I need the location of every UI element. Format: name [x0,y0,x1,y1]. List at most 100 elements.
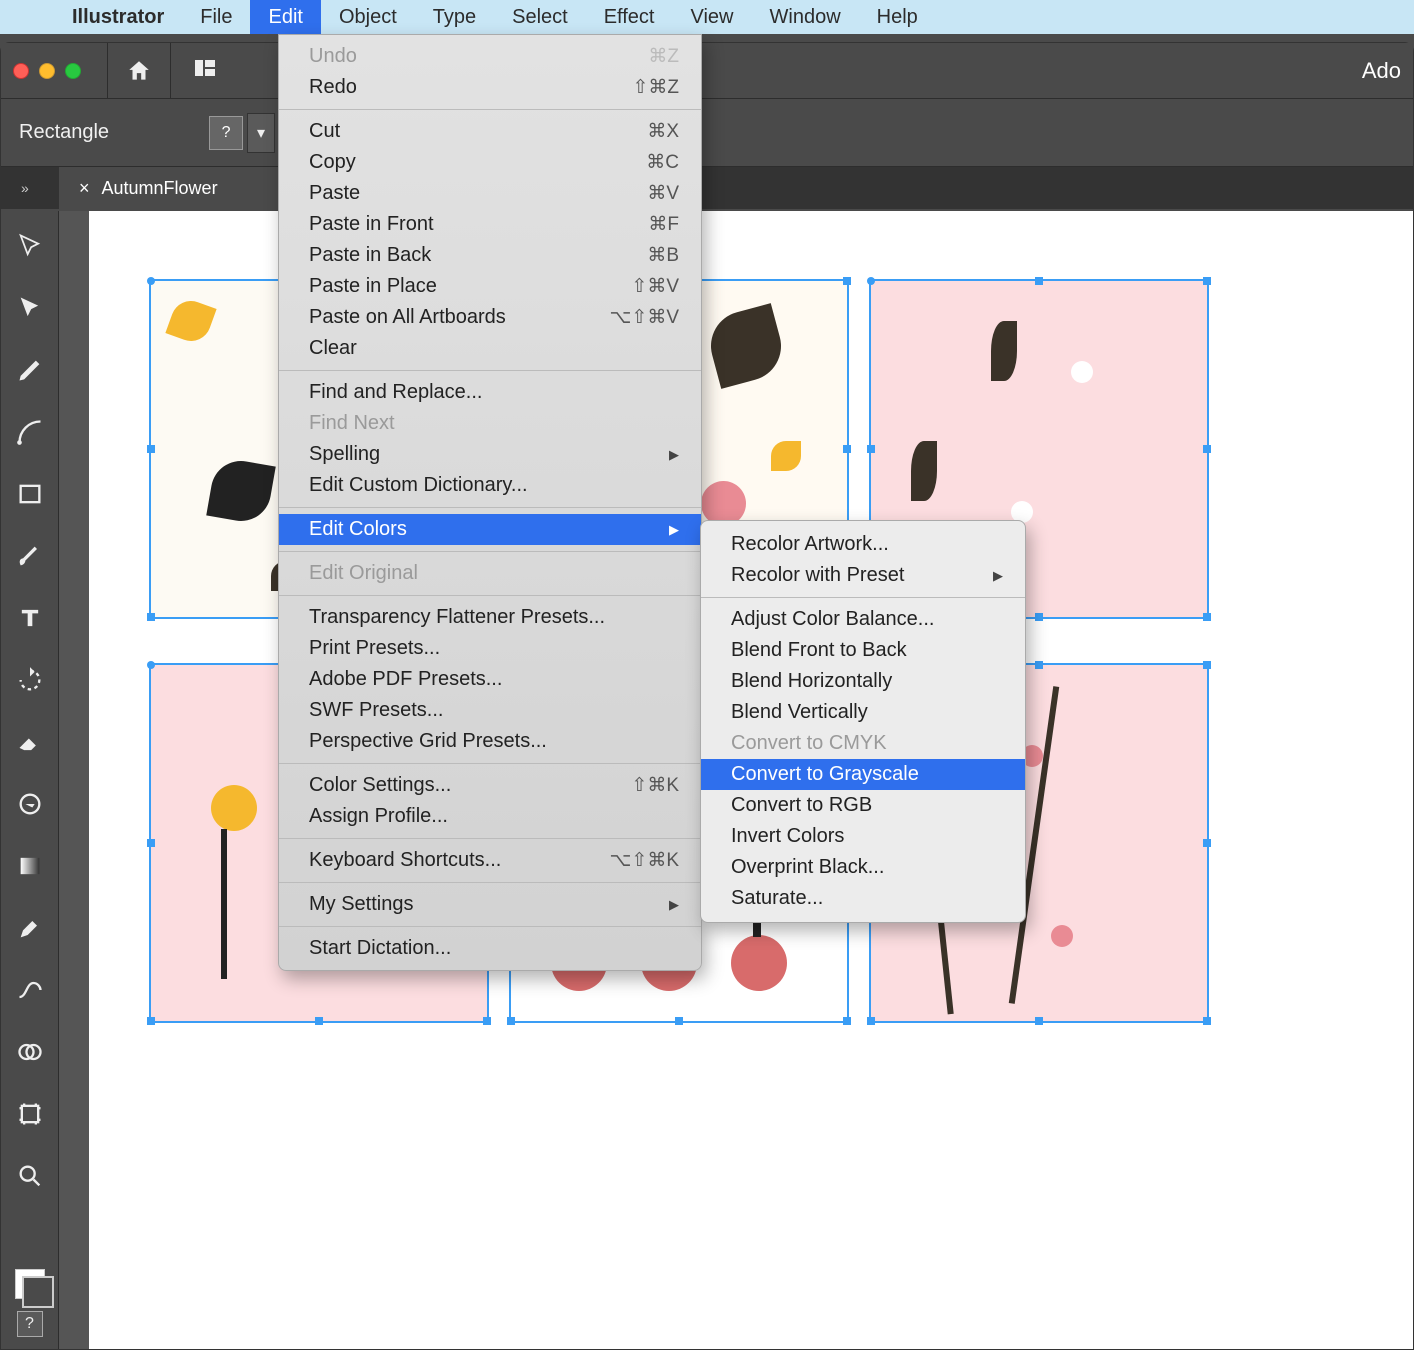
menu-window[interactable]: Window [752,0,859,34]
fill-stroke-indicator-icon[interactable] [15,1269,45,1299]
submenu-item-recolor-with-preset[interactable]: Recolor with Preset [701,560,1025,591]
fill-swatch[interactable]: ? [209,116,243,150]
app-name[interactable]: Illustrator [54,6,182,29]
menu-item-spelling[interactable]: Spelling [279,439,701,470]
menu-item-start-dictation[interactable]: Start Dictation... [279,933,701,964]
submenu-item-adjust-color-balance[interactable]: Adjust Color Balance... [701,604,1025,635]
zoom-tool-icon[interactable] [13,1159,47,1193]
edit-colors-submenu: Recolor Artwork...Recolor with Preset Adj… [700,520,1026,923]
rotate-tool-icon[interactable] [13,663,47,697]
submenu-item-blend-horizontally[interactable]: Blend Horizontally [701,666,1025,697]
submenu-item-recolor-artwork[interactable]: Recolor Artwork... [701,529,1025,560]
submenu-item-convert-to-grayscale[interactable]: Convert to Grayscale [701,759,1025,790]
mac-menubar: Illustrator File Edit Object Type Select… [0,0,1414,34]
menu-item-edit-custom-dictionary[interactable]: Edit Custom Dictionary... [279,470,701,501]
submenu-item-overprint-black[interactable]: Overprint Black... [701,852,1025,883]
submenu-item-saturate[interactable]: Saturate... [701,883,1025,914]
home-icon[interactable] [107,43,171,98]
menu-shortcut: ⌘V [647,182,679,205]
menu-edit[interactable]: Edit [250,0,320,34]
menu-item-paste-in-place[interactable]: Paste in Place⇧⌘V [279,271,701,302]
menu-item-clear[interactable]: Clear [279,333,701,364]
gradient-tool-icon[interactable] [13,849,47,883]
shape-builder-tool-icon[interactable] [13,1035,47,1069]
menu-item-label: Clear [309,337,357,360]
submenu-item-convert-to-cmyk: Convert to CMYK [701,728,1025,759]
menu-item-label: Edit Custom Dictionary... [309,474,528,497]
width-tool-icon[interactable] [13,787,47,821]
tool-palette: ? [1,211,59,1349]
menu-item-label: Edit Colors [309,518,407,541]
menu-item-paste-on-all-artboards[interactable]: Paste on All Artboards⌥⇧⌘V [279,302,701,333]
menu-item-paste-in-back[interactable]: Paste in Back⌘B [279,240,701,271]
menu-item-edit-colors[interactable]: Edit Colors [279,514,701,545]
menu-item-my-settings[interactable]: My Settings [279,889,701,920]
menu-separator [279,595,701,596]
menu-select[interactable]: Select [494,0,586,34]
curvature-tool-icon[interactable] [13,415,47,449]
submenu-item-blend-front-to-back[interactable]: Blend Front to Back [701,635,1025,666]
submenu-item-convert-to-rgb[interactable]: Convert to RGB [701,790,1025,821]
menu-shortcut: ⇧⌘K [631,774,679,797]
menu-item-cut[interactable]: Cut⌘X [279,116,701,147]
menu-item-perspective-grid-presets[interactable]: Perspective Grid Presets... [279,726,701,757]
menu-separator [279,882,701,883]
blend-tool-icon[interactable] [13,973,47,1007]
menu-item-label: Paste in Place [309,275,437,298]
rectangle-tool-icon[interactable] [13,477,47,511]
zoom-window-icon[interactable] [65,63,81,79]
submenu-item-label: Saturate... [731,887,823,910]
tab-close-icon[interactable]: × [79,178,90,199]
selection-tool-icon[interactable] [13,229,47,263]
menu-item-color-settings[interactable]: Color Settings...⇧⌘K [279,770,701,801]
menu-item-label: Edit Original [309,562,418,585]
options-bar: Rectangle ? ▾ Basic ⌄ [1,99,1413,167]
menu-item-copy[interactable]: Copy⌘C [279,147,701,178]
menu-item-label: Spelling [309,443,380,466]
menu-item-label: Redo [309,76,357,99]
paintbrush-tool-icon[interactable] [13,539,47,573]
menu-file[interactable]: File [182,0,250,34]
draw-mode-icon[interactable]: ? [17,1311,43,1337]
minimize-window-icon[interactable] [39,63,55,79]
pen-tool-icon[interactable] [13,353,47,387]
vertical-ruler [59,211,89,1349]
submenu-item-blend-vertically[interactable]: Blend Vertically [701,697,1025,728]
fill-dropdown-icon[interactable]: ▾ [247,113,275,153]
menu-effect[interactable]: Effect [586,0,673,34]
menu-item-redo[interactable]: Redo⇧⌘Z [279,72,701,103]
menu-item-print-presets[interactable]: Print Presets... [279,633,701,664]
menu-item-assign-profile[interactable]: Assign Profile... [279,801,701,832]
direct-selection-tool-icon[interactable] [13,291,47,325]
submenu-item-label: Convert to Grayscale [731,763,919,786]
submenu-item-invert-colors[interactable]: Invert Colors [701,821,1025,852]
menu-object[interactable]: Object [321,0,415,34]
menu-item-edit-original: Edit Original [279,558,701,589]
type-tool-icon[interactable] [13,601,47,635]
menu-item-paste[interactable]: Paste⌘V [279,178,701,209]
menu-item-label: Adobe PDF Presets... [309,668,502,691]
menu-item-keyboard-shortcuts[interactable]: Keyboard Shortcuts...⌥⇧⌘K [279,845,701,876]
menu-item-adobe-pdf-presets[interactable]: Adobe PDF Presets... [279,664,701,695]
close-window-icon[interactable] [13,63,29,79]
menu-item-label: Paste in Back [309,244,431,267]
menu-item-find-next: Find Next [279,408,701,439]
menu-item-swf-presets[interactable]: SWF Presets... [279,695,701,726]
artboard-tool-icon[interactable] [13,1097,47,1131]
menu-help[interactable]: Help [859,0,936,34]
menu-view[interactable]: View [673,0,752,34]
menu-item-label: Transparency Flattener Presets... [309,606,605,629]
submenu-item-label: Overprint Black... [731,856,884,879]
arrange-documents-icon[interactable] [171,56,239,86]
submenu-item-label: Blend Front to Back [731,639,907,662]
menu-item-label: Print Presets... [309,637,440,660]
eyedropper-tool-icon[interactable] [13,911,47,945]
menu-item-find-and-replace[interactable]: Find and Replace... [279,377,701,408]
tab-overflow-icon[interactable]: » [21,180,29,196]
menu-item-paste-in-front[interactable]: Paste in Front⌘F [279,209,701,240]
eraser-tool-icon[interactable] [13,725,47,759]
menu-type[interactable]: Type [415,0,494,34]
traffic-lights [13,63,81,79]
menu-item-transparency-flattener-presets[interactable]: Transparency Flattener Presets... [279,602,701,633]
tab-filename: AutumnFlower [102,178,218,199]
